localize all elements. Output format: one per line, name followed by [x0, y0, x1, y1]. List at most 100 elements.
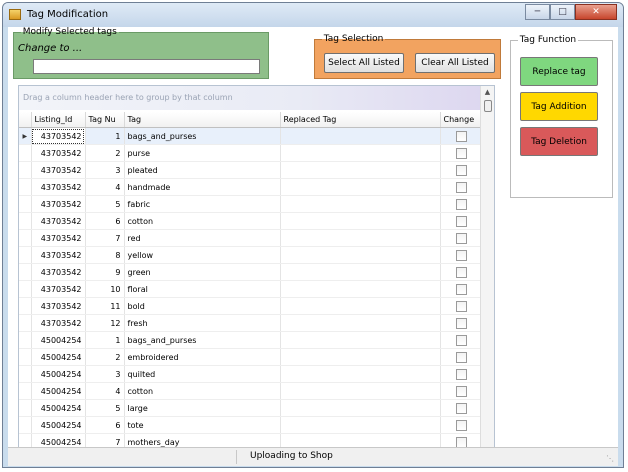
tag-cell[interactable]: yellow	[124, 246, 281, 264]
change-cell[interactable]	[440, 212, 483, 230]
tag-number-cell[interactable]: 12	[85, 314, 125, 332]
change-checkbox[interactable]	[455, 334, 467, 346]
table-row[interactable]: 45004254 3 quilted	[19, 365, 483, 383]
row-selector[interactable]	[19, 365, 32, 383]
table-row[interactable]: 45004254 4 cotton	[19, 382, 483, 400]
tag-number-cell[interactable]: 3	[85, 365, 125, 383]
tag-cell[interactable]: purse	[124, 144, 281, 162]
listing-id-cell[interactable]: 43703542	[31, 297, 86, 315]
listing-id-cell[interactable]: 43703542	[31, 178, 86, 196]
table-row[interactable]: 45004254 5 large	[19, 399, 483, 417]
tag-cell[interactable]: floral	[124, 280, 281, 298]
tag-number-cell[interactable]: 4	[85, 178, 125, 196]
minimize-button[interactable]: ─	[525, 4, 550, 20]
replaced-tag-cell[interactable]	[280, 331, 441, 349]
row-selector[interactable]	[19, 382, 32, 400]
change-cell[interactable]	[440, 263, 483, 281]
column-header-tag[interactable]: Tag	[124, 112, 281, 128]
change-checkbox[interactable]	[455, 300, 467, 312]
replaced-tag-cell[interactable]	[280, 263, 441, 281]
replace-tag-button[interactable]: Replace tag	[520, 57, 598, 86]
listing-id-cell[interactable]: 43703542	[31, 280, 86, 298]
change-checkbox[interactable]	[455, 402, 467, 414]
listing-id-cell[interactable]: 45004254	[31, 365, 86, 383]
replaced-tag-cell[interactable]	[280, 161, 441, 179]
tag-number-cell[interactable]: 11	[85, 297, 125, 315]
replaced-tag-cell[interactable]	[280, 212, 441, 230]
tag-cell[interactable]: quilted	[124, 365, 281, 383]
row-selector[interactable]	[19, 246, 32, 264]
change-cell[interactable]	[440, 144, 483, 162]
listing-id-cell[interactable]: 45004254	[31, 331, 86, 349]
listing-id-cell[interactable]: 43703542	[31, 195, 86, 213]
row-selector[interactable]	[19, 314, 32, 332]
table-row[interactable]: 45004254 6 tote	[19, 416, 483, 434]
change-checkbox[interactable]	[455, 266, 467, 278]
replaced-tag-cell[interactable]	[280, 178, 441, 196]
tag-number-cell[interactable]: 4	[85, 382, 125, 400]
change-checkbox[interactable]	[455, 198, 467, 210]
row-selector[interactable]: ▶	[19, 127, 32, 145]
tag-cell[interactable]: fabric	[124, 195, 281, 213]
tag-number-cell[interactable]: 2	[85, 144, 125, 162]
tag-cell[interactable]: bags_and_purses	[124, 331, 281, 349]
tag-number-cell[interactable]: 1	[85, 331, 125, 349]
row-selector[interactable]	[19, 144, 32, 162]
tag-number-cell[interactable]: 5	[85, 399, 125, 417]
listing-id-cell[interactable]: 45004254	[31, 348, 86, 366]
table-row[interactable]: 43703542 9 green	[19, 263, 483, 281]
change-checkbox[interactable]	[455, 385, 467, 397]
listing-id-cell[interactable]: 43703542	[31, 161, 86, 179]
change-checkbox[interactable]	[455, 317, 467, 329]
replaced-tag-cell[interactable]	[280, 314, 441, 332]
change-cell[interactable]	[440, 195, 483, 213]
tag-cell[interactable]: bold	[124, 297, 281, 315]
table-row[interactable]: 43703542 6 cotton	[19, 212, 483, 230]
change-checkbox[interactable]	[455, 436, 467, 448]
change-checkbox[interactable]	[455, 215, 467, 227]
replaced-tag-cell[interactable]	[280, 416, 441, 434]
table-row[interactable]: 45004254 1 bags_and_purses	[19, 331, 483, 349]
replaced-tag-cell[interactable]	[280, 229, 441, 247]
table-row[interactable]: 43703542 3 pleated	[19, 161, 483, 179]
change-checkbox[interactable]	[455, 351, 467, 363]
replaced-tag-cell[interactable]	[280, 195, 441, 213]
tag-cell[interactable]: embroidered	[124, 348, 281, 366]
change-cell[interactable]	[440, 348, 483, 366]
change-cell[interactable]	[440, 382, 483, 400]
scroll-thumb[interactable]	[484, 100, 492, 112]
replaced-tag-cell[interactable]	[280, 280, 441, 298]
change-checkbox[interactable]	[455, 283, 467, 295]
row-selector[interactable]	[19, 297, 32, 315]
listing-id-cell[interactable]: 43703542	[31, 314, 86, 332]
replaced-tag-cell[interactable]	[280, 348, 441, 366]
change-cell[interactable]	[440, 178, 483, 196]
column-header-tag-number[interactable]: Tag Nu	[85, 112, 125, 128]
listing-id-cell[interactable]: 45004254	[31, 399, 86, 417]
row-selector[interactable]	[19, 229, 32, 247]
table-row[interactable]: 43703542 7 red	[19, 229, 483, 247]
column-header-change[interactable]: Change	[440, 112, 483, 128]
change-checkbox[interactable]	[455, 130, 467, 142]
listing-id-cell[interactable]: 43703542	[31, 246, 86, 264]
grid-vertical-scrollbar[interactable]: ▲ ▼	[480, 86, 494, 458]
column-header-replaced-tag[interactable]: Replaced Tag	[280, 112, 441, 128]
table-row[interactable]: 43703542 2 purse	[19, 144, 483, 162]
tag-number-cell[interactable]: 6	[85, 212, 125, 230]
change-checkbox[interactable]	[455, 147, 467, 159]
tag-number-cell[interactable]: 10	[85, 280, 125, 298]
change-checkbox[interactable]	[455, 419, 467, 431]
column-header-listing-id[interactable]: Listing_Id	[31, 112, 86, 128]
table-row[interactable]: 43703542 5 fabric	[19, 195, 483, 213]
row-selector[interactable]	[19, 331, 32, 349]
tag-cell[interactable]: bags_and_purses	[124, 127, 281, 145]
table-row[interactable]: 43703542 11 bold	[19, 297, 483, 315]
table-row[interactable]: 43703542 4 handmade	[19, 178, 483, 196]
table-row[interactable]: 43703542 8 yellow	[19, 246, 483, 264]
replaced-tag-cell[interactable]	[280, 399, 441, 417]
change-to-input[interactable]	[33, 59, 260, 74]
row-selector[interactable]	[19, 195, 32, 213]
tag-cell[interactable]: fresh	[124, 314, 281, 332]
tag-cell[interactable]: large	[124, 399, 281, 417]
change-checkbox[interactable]	[455, 232, 467, 244]
